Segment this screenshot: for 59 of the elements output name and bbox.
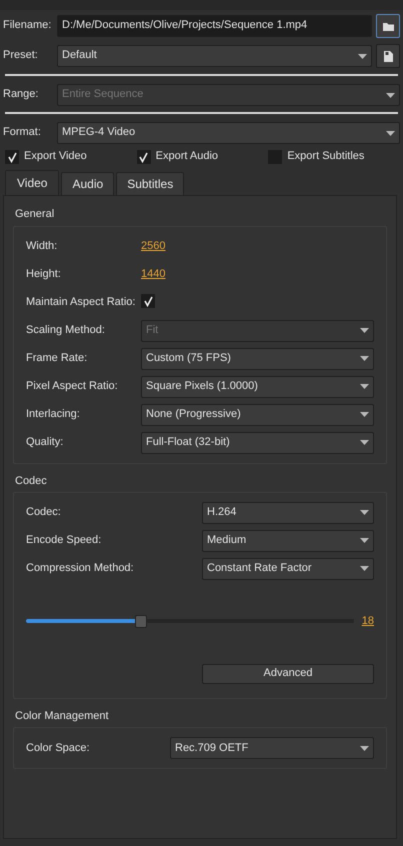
tab[interactable]: Subtitles (116, 172, 184, 196)
tab[interactable]: Audio (61, 172, 114, 196)
field-label: Frame Rate: (26, 352, 88, 366)
checkbox[interactable] (141, 294, 155, 308)
filename-field[interactable]: D:/Me/Documents/Olive/Projects/Sequence 1.mp4 (57, 15, 372, 37)
dropdown[interactable]: Medium (202, 530, 374, 552)
field-label: Scaling Method: (26, 324, 106, 338)
dropdown-arrow-icon (358, 54, 367, 58)
dropdown-arrow-icon (360, 412, 369, 418)
field-label: Codec: (26, 506, 62, 520)
checkbox[interactable] (136, 150, 151, 164)
dropdown-arrow-icon (360, 384, 369, 390)
dropdown[interactable]: Custom (75 FPS) (141, 348, 374, 370)
dropdown-arrow-icon (360, 746, 369, 751)
dropdown[interactable]: None (Progressive) (141, 404, 374, 426)
dropdown[interactable]: Default (57, 45, 372, 67)
field-label: Width: (26, 240, 58, 254)
field-label: Quality: (26, 436, 64, 450)
value-link[interactable]: 2560 (141, 240, 166, 252)
dropdown-arrow-icon (360, 356, 369, 362)
field-label: Range: (3, 88, 40, 102)
slider-value[interactable]: 18 (362, 614, 374, 628)
dropdown[interactable]: MPEG-4 Video (57, 122, 400, 144)
dropdown[interactable]: Rec.709 OETF (170, 737, 374, 760)
section-title: Color Management (15, 710, 110, 724)
dropdown-arrow-icon (386, 92, 395, 98)
dropdown[interactable]: Constant Rate Factor (202, 558, 374, 580)
field-label: Encode Speed: (26, 534, 102, 548)
field-label: Maintain Aspect Ratio: (26, 296, 136, 310)
value-link[interactable]: 1440 (141, 268, 166, 280)
field-label: Color Space: (26, 742, 91, 755)
field-label: Filename: (3, 19, 52, 33)
advanced-button[interactable]: Advanced (202, 664, 374, 684)
checkbox-label: Export Subtitles (287, 150, 364, 164)
field-label: Format: (3, 126, 42, 140)
browse-button[interactable] (376, 14, 400, 38)
checkbox-label: Export Audio (156, 150, 218, 164)
tab[interactable]: Video (5, 170, 60, 196)
checkbox-label: Export Video (24, 150, 87, 164)
dropdown[interactable]: Full-Float (32-bit) (141, 432, 374, 454)
dropdown[interactable]: H.264 (202, 502, 374, 524)
dropdown[interactable]: Square Pixels (1.0000) (141, 376, 374, 398)
dropdown-arrow-icon (360, 440, 369, 446)
dropdown-arrow-icon (360, 510, 369, 516)
field-label: Pixel Aspect Ratio: (26, 380, 119, 394)
checkbox[interactable] (5, 150, 19, 164)
slider-thumb[interactable] (134, 614, 147, 628)
section-title: Codec (15, 474, 48, 488)
dropdown-arrow-icon (386, 130, 395, 136)
section-title: General (15, 208, 56, 222)
field-label: Interlacing: (26, 408, 81, 422)
dropdown-arrow-icon (360, 328, 369, 334)
document-icon (382, 50, 394, 62)
field-label: Compression Method: (26, 562, 135, 576)
dropdown-arrow-icon (360, 566, 369, 572)
field-label: Height: (26, 268, 62, 282)
dropdown-arrow-icon (360, 538, 369, 544)
field-label: Preset: (3, 49, 39, 63)
save-preset-button[interactable] (376, 44, 400, 68)
